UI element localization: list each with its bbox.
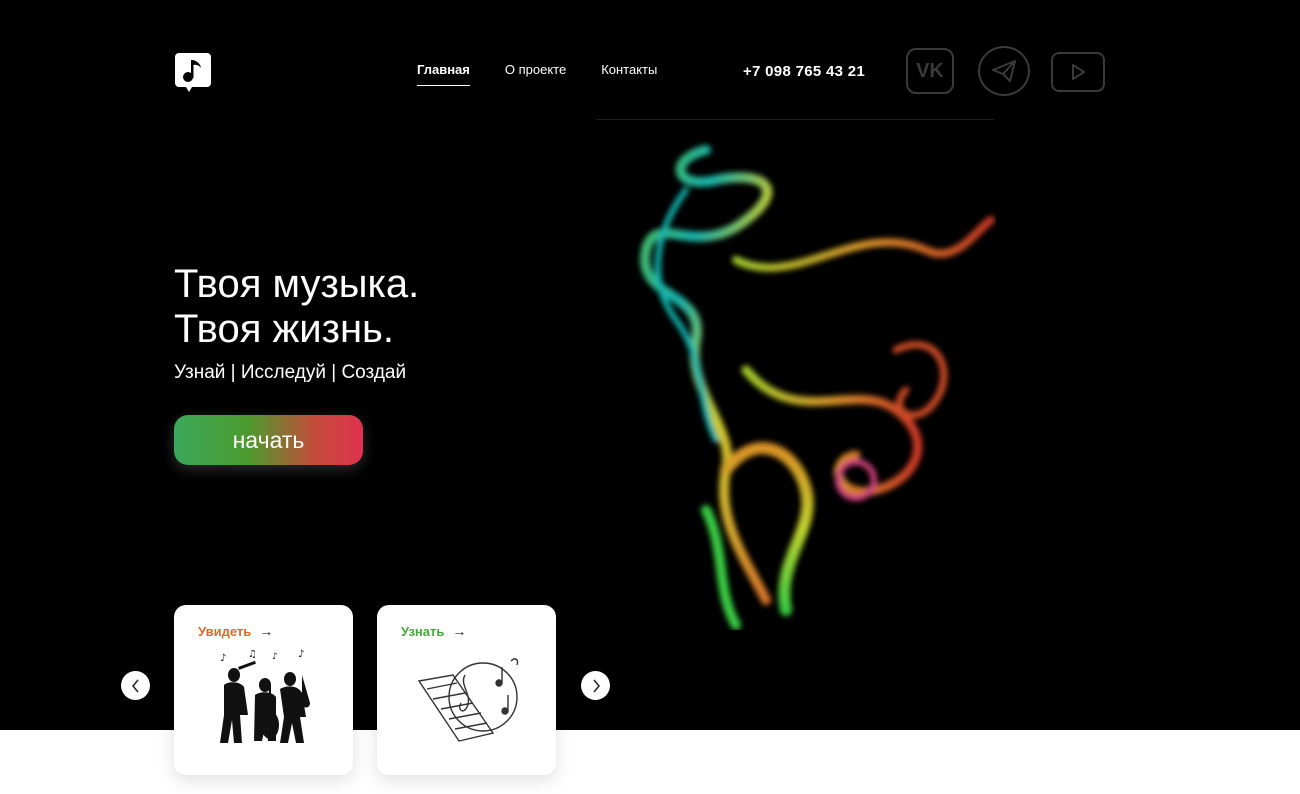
card-learn-label: Узнать xyxy=(401,623,445,639)
piano-notes-illustration xyxy=(417,658,519,742)
music-note-icon xyxy=(175,53,211,92)
logo[interactable] xyxy=(174,52,212,92)
svg-text:♪: ♪ xyxy=(220,653,226,664)
hero-title: Твоя музыка. Твоя жизнь. xyxy=(174,262,419,352)
youtube-icon[interactable] xyxy=(1051,52,1105,92)
carousel-prev-button[interactable] xyxy=(121,671,150,700)
chevron-left-icon xyxy=(131,679,139,692)
vk-icon[interactable]: VK xyxy=(906,48,954,94)
svg-text:♪: ♪ xyxy=(298,649,304,660)
arrow-right-icon: → xyxy=(259,623,274,639)
card-learn-link[interactable]: Узнать → xyxy=(401,623,466,639)
start-button[interactable]: начать xyxy=(174,415,363,465)
nav-item-contacts[interactable]: Контакты xyxy=(601,62,657,86)
card-see-label: Увидеть xyxy=(198,623,252,639)
card-see-link[interactable]: Увидеть → xyxy=(198,623,273,639)
vk-label: VK xyxy=(916,59,944,82)
phone-number[interactable]: +7 098 765 43 21 xyxy=(743,63,865,80)
chevron-right-icon xyxy=(592,679,600,692)
card-learn[interactable]: Узнать → xyxy=(377,605,556,775)
hero-subtitle: Узнай | Исследуй | Создай xyxy=(174,362,407,383)
play-icon xyxy=(1072,64,1085,80)
telegram-icon[interactable] xyxy=(978,46,1030,96)
paper-plane-icon xyxy=(992,60,1016,82)
carousel-next-button[interactable] xyxy=(581,671,610,700)
nav-item-home[interactable]: Главная xyxy=(417,62,470,86)
hero-title-line2: Твоя жизнь. xyxy=(174,307,394,351)
jazz-band-illustration: ♪ ♫ ♪ ♪ xyxy=(220,649,310,743)
main-nav: Главная О проекте Контакты xyxy=(417,62,657,86)
header-divider xyxy=(596,119,994,120)
arrow-right-icon: → xyxy=(452,623,467,639)
svg-text:♪: ♪ xyxy=(272,652,278,662)
card-see[interactable]: Увидеть → ♪ ♫ ♪ ♪ xyxy=(174,605,353,775)
nav-item-about[interactable]: О проекте xyxy=(505,62,566,86)
hero-title-line1: Твоя музыка. xyxy=(174,262,420,306)
svg-text:♫: ♫ xyxy=(248,649,257,660)
smoke-art-image xyxy=(640,145,995,630)
